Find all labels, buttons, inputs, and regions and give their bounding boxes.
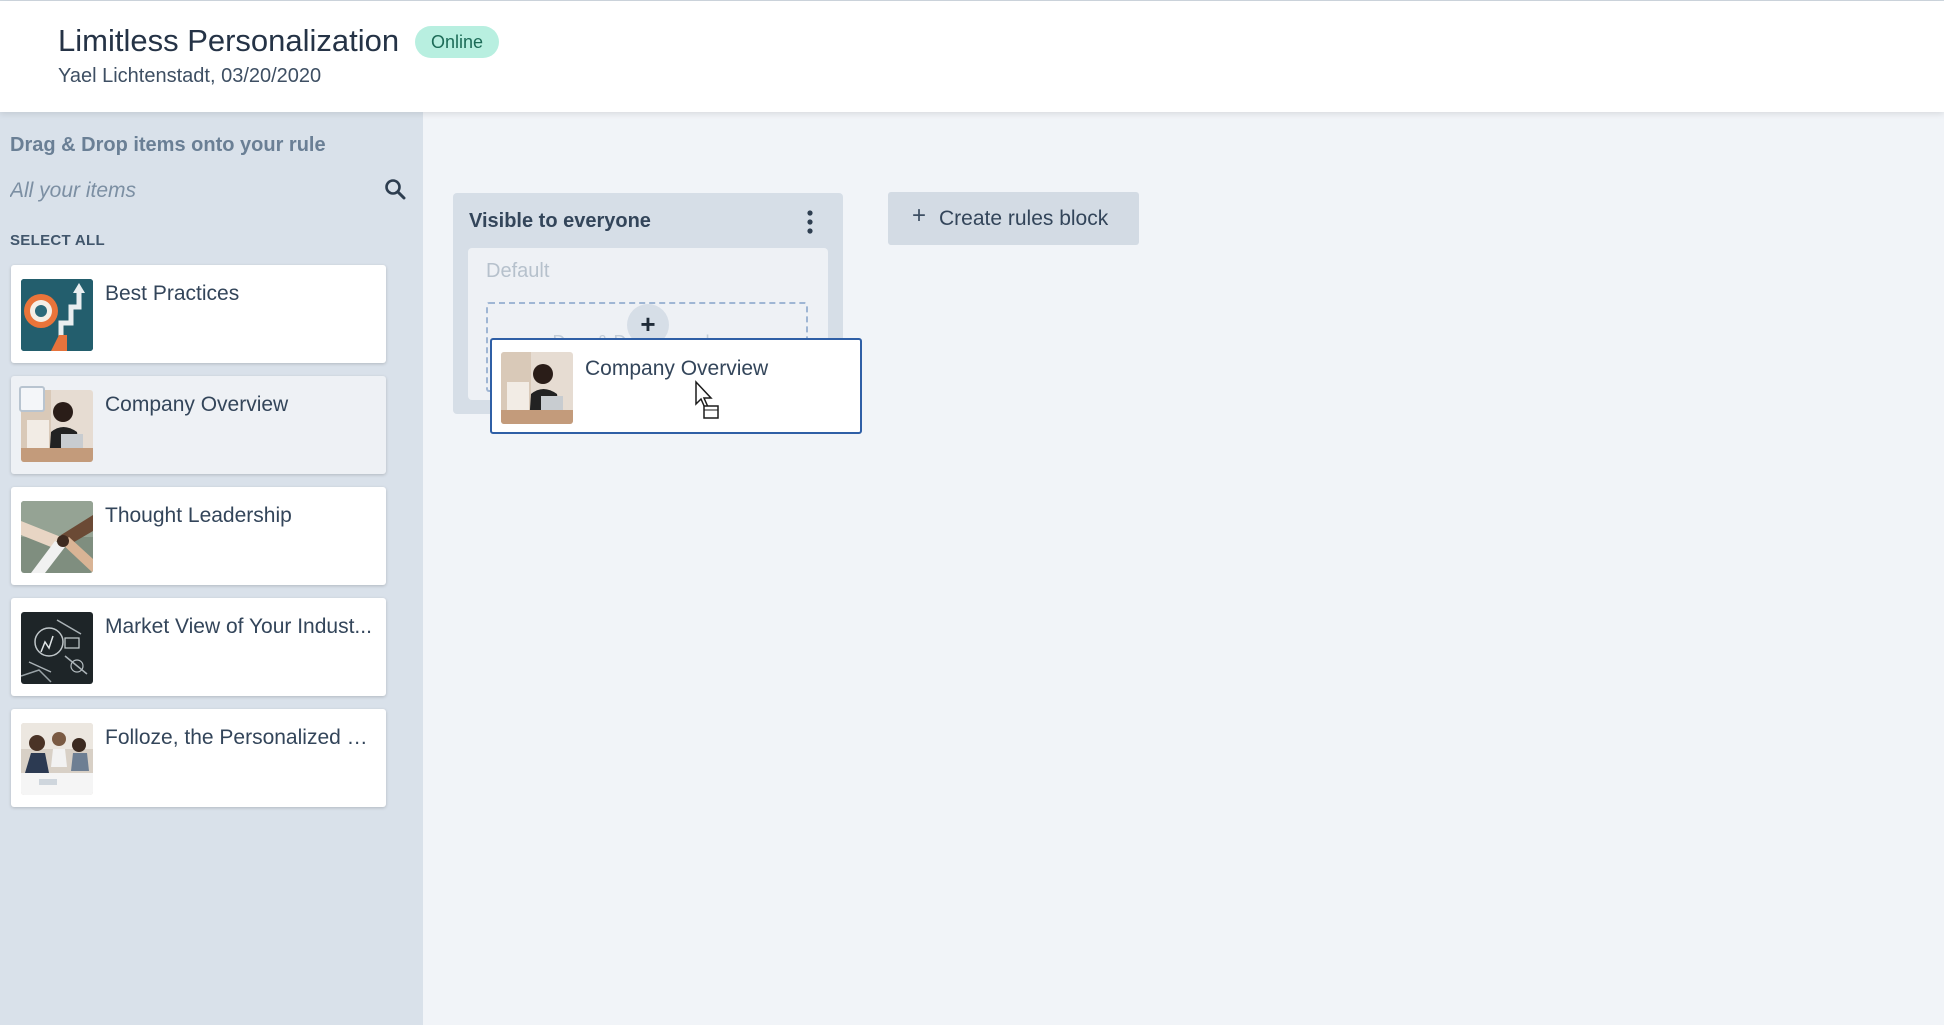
item-label: Market View of Your Indust... <box>105 615 372 638</box>
list-item[interactable]: Company Overview <box>11 376 386 474</box>
more-options-icon[interactable] <box>805 209 815 235</box>
default-rule-label: Default <box>486 260 550 282</box>
item-thumbnail <box>501 352 573 424</box>
status-badge: Online <box>415 26 500 58</box>
rules-block-title: Visible to everyone <box>469 210 651 232</box>
plus-icon: + <box>912 202 927 229</box>
list-item[interactable]: Market View of Your Indust... <box>11 598 386 696</box>
item-label: Company Overview <box>585 357 769 380</box>
page-subtitle: Yael Lichtenstadt, 03/20/2020 <box>58 65 322 87</box>
item-thumbnail <box>21 723 93 795</box>
list-item[interactable]: Folloze, the Personalized B... <box>11 709 386 807</box>
item-checkbox[interactable] <box>19 386 45 412</box>
dragged-item[interactable]: Company Overview <box>490 338 862 434</box>
create-rules-block-label: Create rules block <box>939 207 1109 230</box>
page-title: Limitless Personalization <box>58 23 400 58</box>
item-label: Company Overview <box>105 393 289 416</box>
list-item[interactable]: Thought Leadership <box>11 487 386 585</box>
drag-cursor-icon <box>695 380 719 419</box>
search-icon[interactable] <box>384 178 406 200</box>
item-label: Best Practices <box>105 282 240 305</box>
item-thumbnail <box>21 501 93 573</box>
create-rules-block-button[interactable]: + Create rules block <box>888 192 1139 245</box>
item-label: Folloze, the Personalized B... <box>105 726 375 749</box>
page-header: Limitless Personalization Online Yael Li… <box>0 1 1944 112</box>
search-input[interactable] <box>10 176 370 206</box>
select-all-link[interactable]: SELECT ALL <box>10 232 105 249</box>
item-thumbnail <box>21 612 93 684</box>
item-label: Thought Leadership <box>105 504 292 527</box>
item-thumbnail <box>21 279 93 351</box>
list-item[interactable]: Best Practices <box>11 265 386 363</box>
sidebar-heading: Drag & Drop items onto your rule <box>10 134 326 156</box>
